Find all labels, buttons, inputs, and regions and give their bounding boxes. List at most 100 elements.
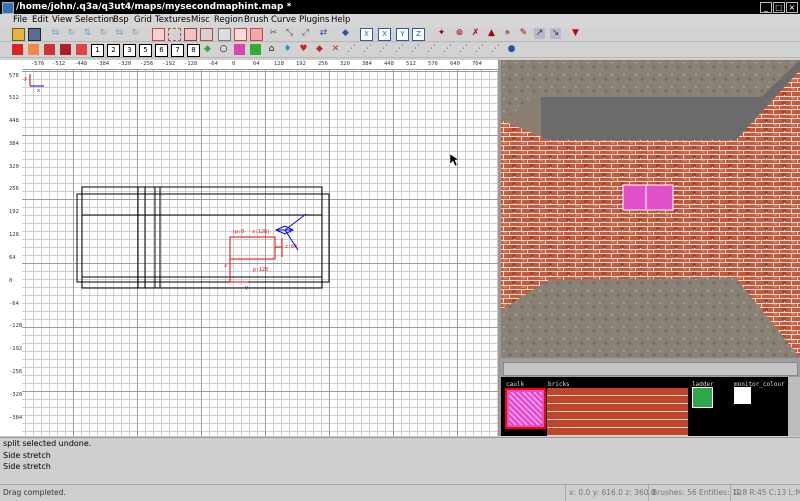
vertex-edit-icon[interactable]: ⋄ (502, 28, 513, 39)
menu-help[interactable]: Help (331, 14, 350, 27)
brush-size-label-z: z:128) (252, 229, 270, 235)
filter-5-icon[interactable]: 5 (139, 44, 152, 57)
menu-region[interactable]: Region (214, 14, 243, 27)
menu-bsp[interactable]: Bsp (113, 14, 129, 27)
menu-plugins[interactable]: Plugins (299, 14, 329, 27)
left-wall (501, 120, 549, 310)
brush-light-red-icon[interactable] (76, 44, 87, 55)
menu-brush[interactable]: Brush (244, 14, 269, 27)
texture-bricks[interactable] (547, 388, 688, 436)
curve-7-icon[interactable]: ⋰ (442, 44, 453, 55)
entity-black-icon[interactable]: ⌂ (266, 44, 277, 55)
mouse-cursor-icon (449, 153, 460, 167)
texture-lock-icon[interactable]: ✦ (436, 28, 447, 39)
menu-edit[interactable]: Edit (32, 14, 48, 27)
rotate-y-icon[interactable]: ↻ (98, 28, 109, 39)
curve-2-icon[interactable]: ⋰ (362, 44, 373, 55)
csg-hollow-icon[interactable] (250, 28, 263, 41)
select-complete-tall-icon[interactable] (152, 28, 165, 41)
entity-blue-icon[interactable]: ♦ (282, 44, 293, 55)
csg-subtract-icon[interactable] (218, 28, 231, 41)
grid-view-2d[interactable]: -576 -512 -448 -384 -320 -256 -192 -128 … (0, 60, 498, 436)
curve-3-icon[interactable]: ⋰ (378, 44, 389, 55)
flip-clip-icon[interactable]: ⤢ (300, 28, 311, 39)
clipper-icon[interactable]: ✂ (268, 28, 279, 39)
minimize-icon[interactable]: _ (760, 2, 772, 13)
room-brush-inner[interactable] (76, 193, 330, 283)
select-partial-tall-icon[interactable] (184, 28, 197, 41)
scale-lock-icon[interactable]: ✗ (470, 28, 481, 39)
view-chase-icon[interactable]: ◆ (340, 28, 351, 39)
room-brush-outer[interactable] (81, 186, 323, 289)
flip-x-icon[interactable]: ⇆ (50, 28, 61, 39)
brush-outlines[interactable] (76, 186, 330, 289)
menu-file[interactable]: File (13, 14, 27, 27)
texture-ladder[interactable] (692, 387, 713, 408)
entity-green-icon[interactable] (250, 44, 261, 55)
menu-selection[interactable]: Selection (75, 14, 114, 27)
texture-caulk[interactable] (505, 388, 546, 429)
filter-8-icon[interactable]: 8 (187, 44, 200, 57)
menu-grid[interactable]: Grid (134, 14, 152, 27)
curve-10-icon[interactable]: ⋰ (490, 44, 501, 55)
rotate-lock-icon[interactable]: ⊗ (454, 28, 465, 39)
rotate-z-icon[interactable]: ↻ (130, 28, 141, 39)
view-x-icon[interactable]: X (360, 28, 373, 41)
menu-textures[interactable]: Textures (155, 14, 191, 27)
camera-view-3d[interactable] (501, 60, 800, 358)
entity-red-icon[interactable]: ♥ (298, 44, 309, 55)
menu-view[interactable]: View (52, 14, 72, 27)
filter-6-icon[interactable]: 6 (155, 44, 168, 57)
open-icon[interactable] (12, 28, 25, 41)
face-edit-icon[interactable]: ↗ (534, 28, 545, 39)
curve-5-icon[interactable]: ⋰ (410, 44, 421, 55)
flip-z-icon[interactable]: ⇆ (114, 28, 125, 39)
entity-magenta-icon[interactable] (234, 44, 245, 55)
brush-size-label-top: (p:0 (232, 229, 244, 235)
brush-orange-icon[interactable] (28, 44, 39, 55)
close-icon[interactable]: × (786, 2, 798, 13)
csg-merge-icon[interactable] (234, 28, 247, 41)
brush-crimson-icon[interactable] (44, 44, 55, 55)
leaf-icon[interactable]: ◆ (202, 44, 213, 55)
filter-7-icon[interactable]: 7 (171, 44, 184, 57)
brush-dark-red-icon[interactable] (60, 44, 71, 55)
globe-icon[interactable]: ● (506, 44, 517, 55)
split-icon[interactable]: ⤡ (284, 28, 295, 39)
menu-curve[interactable]: Curve (271, 14, 296, 27)
change-views-icon[interactable]: ⇄ (318, 28, 329, 39)
selected-brush-3d[interactable] (622, 184, 674, 211)
view-x-icon-2[interactable]: X (378, 28, 391, 41)
brush-red-icon[interactable] (12, 44, 23, 55)
view-y-icon[interactable]: Y (396, 28, 409, 41)
curve-4-icon[interactable]: ⋰ (394, 44, 405, 55)
select-touching-icon[interactable] (168, 28, 181, 41)
patch-tool-icon[interactable]: ▲ (486, 28, 497, 39)
rotate-x-icon[interactable]: ↻ (66, 28, 77, 39)
texture-browser[interactable]: caulk bricks ladder monitor_colour (501, 377, 788, 436)
curve-9-icon[interactable]: ⋰ (474, 44, 485, 55)
filter-1-icon[interactable]: 1 (91, 44, 104, 57)
filter-2-icon[interactable]: 2 (107, 44, 120, 57)
curve-6-icon[interactable]: ⋰ (426, 44, 437, 55)
texture-filter-input[interactable] (503, 362, 798, 376)
selected-brush[interactable] (229, 236, 276, 260)
flip-y-icon[interactable]: ⇅ (82, 28, 93, 39)
drag-edit-icon[interactable]: ↘ (550, 28, 561, 39)
plugin-icon[interactable]: ▼ (570, 28, 581, 39)
entity-diamond-icon[interactable]: ◆ (314, 44, 325, 55)
status-grid-info: G:8 R:45 C:13 L:MR (730, 485, 800, 501)
save-icon[interactable] (28, 28, 41, 41)
curve-8-icon[interactable]: ⋰ (458, 44, 469, 55)
filter-3-icon[interactable]: 3 (123, 44, 136, 57)
edge-edit-icon[interactable]: ✎ (518, 28, 529, 39)
menu-misc[interactable]: Misc (191, 14, 210, 27)
select-inside-icon[interactable] (200, 28, 213, 41)
texture-scrollbar[interactable] (788, 377, 800, 436)
entity-cross-icon[interactable]: ✕ (330, 44, 341, 55)
curve-1-icon[interactable]: ⋰ (346, 44, 357, 55)
circle-icon[interactable]: ○ (218, 44, 229, 55)
texture-monitor-colour[interactable] (734, 387, 751, 404)
maximize-icon[interactable]: □ (773, 2, 785, 13)
view-z-icon[interactable]: Z (412, 28, 425, 41)
